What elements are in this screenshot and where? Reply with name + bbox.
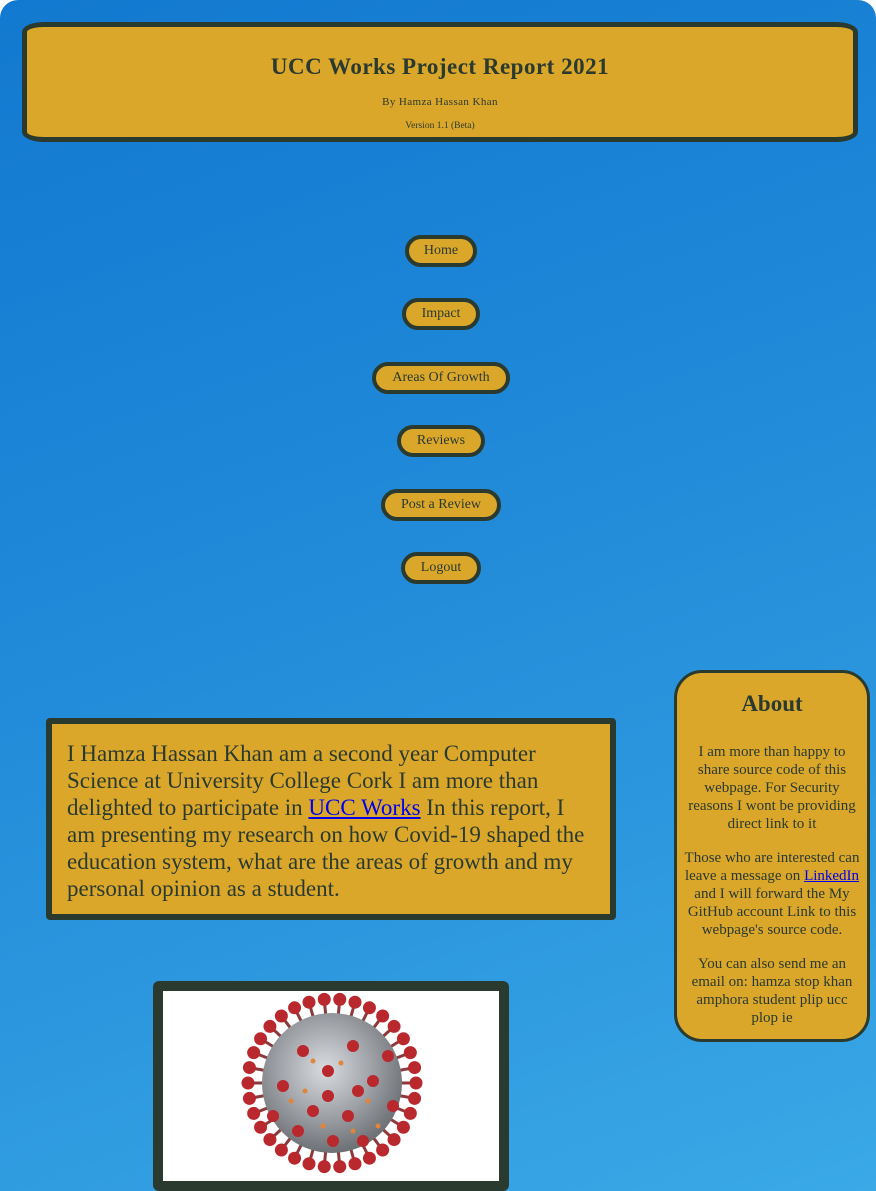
- virus-spike-head: [403, 1046, 417, 1060]
- nav-areas-of-growth-button[interactable]: Areas Of Growth: [372, 362, 510, 394]
- virus-surface-spike: [307, 1105, 319, 1117]
- virus-spike-head: [288, 1001, 302, 1015]
- virus-spike-head: [247, 1106, 261, 1120]
- virus-spike-head: [317, 992, 331, 1006]
- virus-spike-head: [387, 1133, 401, 1147]
- virus-spike-head: [362, 1151, 376, 1165]
- virus-surface-spike: [357, 1135, 369, 1147]
- page: UCC Works Project Report 2021 By Hamza H…: [0, 0, 876, 1191]
- virus-spike-head: [242, 1091, 256, 1105]
- virus-surface-spike: [327, 1135, 339, 1147]
- about-contact-text-end: and I will forward the My GitHub account…: [687, 886, 857, 938]
- virus-spike-head: [333, 992, 347, 1006]
- about-source-code-text: I am more than happy to share source cod…: [688, 744, 856, 832]
- virus-surface-dot: [320, 1123, 326, 1129]
- virus-surface-spike: [352, 1085, 364, 1097]
- virus-spike-head: [348, 995, 362, 1009]
- nav-home-button[interactable]: Home: [405, 235, 477, 267]
- virus-spike-head: [348, 1157, 362, 1171]
- virus-surface-spike: [382, 1050, 394, 1062]
- virus-surface-spike: [387, 1100, 399, 1112]
- about-heading: About: [741, 691, 803, 716]
- virus-spike-head: [241, 1076, 255, 1090]
- nav-impact-button[interactable]: Impact: [402, 298, 480, 330]
- about-contact-text: Those who are interested can leave a mes…: [679, 849, 865, 939]
- virus-surface-spike: [322, 1090, 334, 1102]
- ucc-works-link[interactable]: UCC Works: [308, 795, 420, 820]
- virus-surface-dot: [310, 1058, 316, 1064]
- virus-spike-head: [362, 1001, 376, 1015]
- virus-spike-head: [376, 1143, 390, 1157]
- virus-spike-head: [263, 1019, 277, 1033]
- virus-spike-head: [408, 1061, 422, 1075]
- virus-surface-spike: [292, 1125, 304, 1137]
- virus-surface-dot: [365, 1098, 371, 1104]
- virus-spike-head: [403, 1106, 417, 1120]
- virus-spike-head: [396, 1032, 410, 1046]
- virus-spike-head: [409, 1076, 423, 1090]
- virus-surface-spike: [322, 1065, 334, 1077]
- header-banner: UCC Works Project Report 2021 By Hamza H…: [22, 22, 858, 142]
- virus-surface-dot: [350, 1128, 356, 1134]
- covid-image-frame: [153, 981, 509, 1191]
- virus-spike-head: [317, 1160, 331, 1174]
- virus-spike-head: [333, 1160, 347, 1174]
- virus-spike-head: [247, 1046, 261, 1060]
- virus-surface-dot: [302, 1088, 308, 1094]
- author-byline: By Hamza Hassan Khan: [382, 96, 498, 108]
- covid-virus-image: [163, 991, 499, 1181]
- virus-surface-spike: [342, 1110, 354, 1122]
- nav-reviews-button[interactable]: Reviews: [397, 425, 485, 457]
- virus-surface-dot: [338, 1060, 344, 1066]
- virus-spike-head: [396, 1120, 410, 1134]
- virus-spike-head: [288, 1151, 302, 1165]
- nav-post-review-button[interactable]: Post a Review: [381, 489, 501, 521]
- virus-spike-head: [387, 1019, 401, 1033]
- virus-spike-head: [274, 1009, 288, 1023]
- nav-logout-button[interactable]: Logout: [401, 552, 481, 584]
- virus-spike-head: [302, 1157, 316, 1171]
- virus-spike-head: [408, 1091, 422, 1105]
- virus-surface-dot: [375, 1123, 381, 1129]
- virus-spike-head: [254, 1120, 268, 1134]
- virus-surface-dot: [288, 1098, 294, 1104]
- virus-spike-head: [274, 1143, 288, 1157]
- about-panel: About I am more than happy to share sour…: [674, 670, 870, 1042]
- version-label: Version 1.1 (Beta): [405, 121, 475, 131]
- virus-spike-head: [376, 1009, 390, 1023]
- linkedin-link[interactable]: LinkedIn: [804, 868, 859, 884]
- virus-spike-head: [263, 1133, 277, 1147]
- virus-surface-spike: [297, 1045, 309, 1057]
- virus-surface-spike: [347, 1040, 359, 1052]
- virus-spike-head: [254, 1032, 268, 1046]
- virus-surface-spike: [267, 1110, 279, 1122]
- about-email-text: You can also send me an email on: hamza …: [691, 956, 853, 1026]
- virus-spike-head: [242, 1061, 256, 1075]
- page-title: UCC Works Project Report 2021: [270, 54, 610, 79]
- virus-spike-head: [302, 995, 316, 1009]
- virus-surface-spike: [367, 1075, 379, 1087]
- virus-surface-spike: [277, 1080, 289, 1092]
- intro-panel: I Hamza Hassan Khan am a second year Com…: [46, 718, 616, 920]
- coronavirus-illustration: [241, 992, 423, 1174]
